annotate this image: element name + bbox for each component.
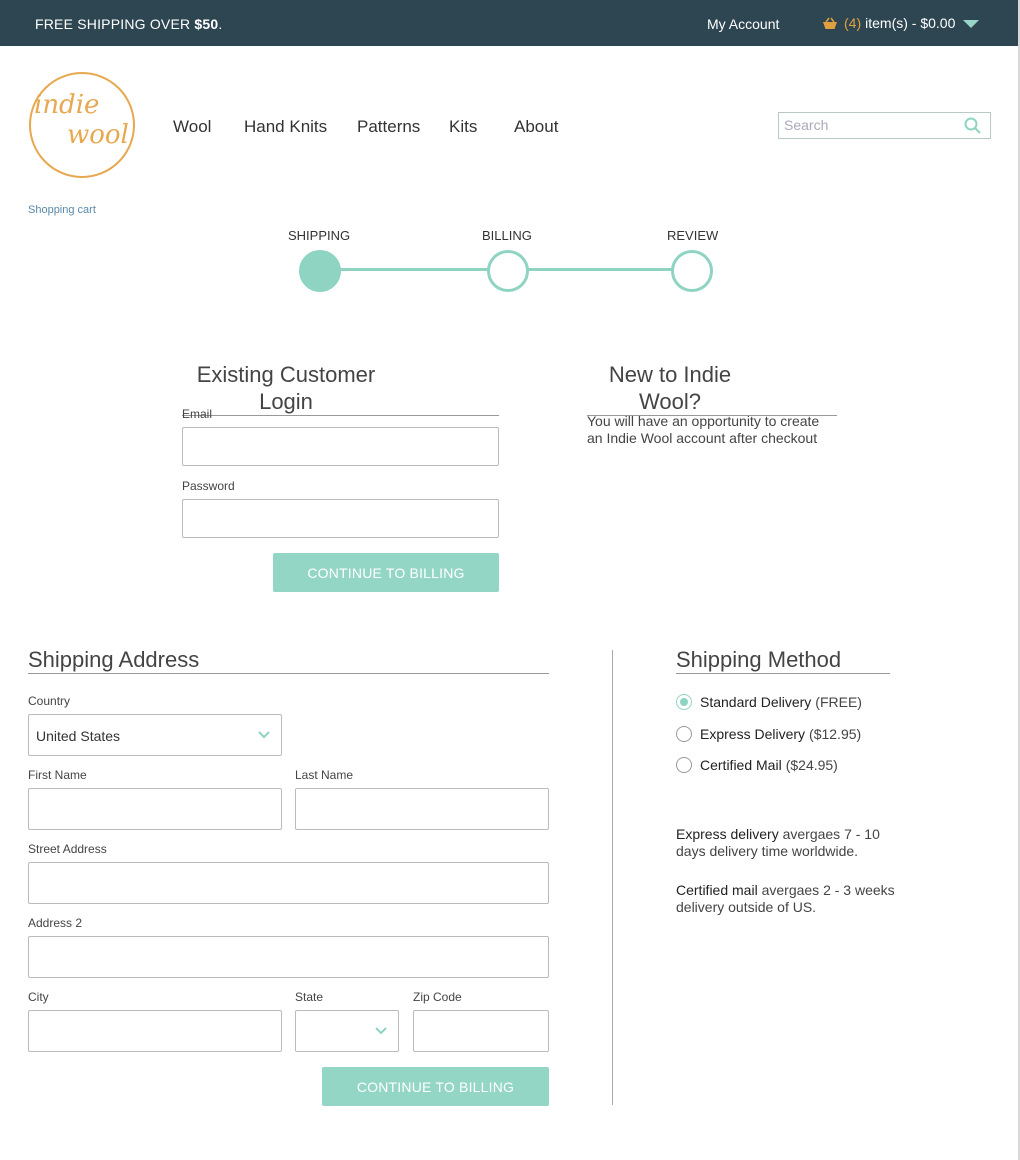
promo-prefix: FREE SHIPPING OVER <box>35 16 195 32</box>
zip-code-label: Zip Code <box>413 990 462 1004</box>
country-select[interactable]: United States <box>28 714 282 756</box>
shipping-option-standard[interactable]: Standard Delivery (FREE) <box>676 694 862 710</box>
state-label: State <box>295 990 324 1004</box>
step-dot-billing <box>487 250 529 292</box>
city-field[interactable] <box>29 1011 281 1051</box>
zip-code-field-wrap <box>413 1010 549 1052</box>
logo-text-line2: wool <box>67 120 129 150</box>
step-label-billing: BILLING <box>482 228 532 243</box>
login-title-text: Existing Customer Login <box>196 362 376 414</box>
street-address-label: Street Address <box>28 842 107 856</box>
option-price: ($24.95) <box>785 757 838 773</box>
last-name-field-wrap <box>295 788 549 830</box>
address2-field[interactable] <box>29 937 548 977</box>
step-dot-review <box>671 250 713 292</box>
option-name: Standard Delivery <box>700 694 812 710</box>
address2-field-wrap <box>28 936 549 978</box>
nav-item-hand-knits[interactable]: Hand Knits <box>244 117 327 137</box>
shipping-method-title: Shipping Method <box>676 646 890 674</box>
option-name: Certified Mail <box>700 757 782 773</box>
login-continue-to-billing-button[interactable]: CONTINUE TO BILLING <box>273 553 499 592</box>
new-customer-info: You will have an opportunity to create a… <box>587 413 820 446</box>
step-dot-shipping <box>299 250 341 292</box>
password-field[interactable] <box>183 500 498 537</box>
city-label: City <box>28 990 49 1004</box>
promo-suffix: . <box>218 16 223 32</box>
password-label: Password <box>182 479 235 493</box>
option-price: ($12.95) <box>809 726 862 742</box>
logo-text-line1: indie <box>34 90 100 120</box>
top-bar: FREE SHIPPING OVER $50. My Account (4) i… <box>0 0 1018 46</box>
chevron-down-icon <box>258 731 270 739</box>
state-select[interactable] <box>295 1010 399 1052</box>
new-customer-title-text: New to Indie Wool? <box>608 362 732 414</box>
step-label-shipping: SHIPPING <box>288 228 351 243</box>
shipping-address-title: Shipping Address <box>28 646 549 674</box>
shipping-option-express[interactable]: Express Delivery ($12.95) <box>676 726 861 742</box>
cart-summary[interactable]: (4) item(s) - $0.00 <box>822 15 980 31</box>
city-field-wrap <box>28 1010 282 1052</box>
address2-label: Address 2 <box>28 916 83 930</box>
zip-code-field[interactable] <box>414 1011 548 1051</box>
first-name-field-wrap <box>28 788 282 830</box>
free-shipping-banner: FREE SHIPPING OVER $50. <box>35 16 222 32</box>
login-section-title: Existing Customer Login <box>182 361 499 416</box>
country-label: Country <box>28 694 71 708</box>
search-icon[interactable] <box>964 117 982 135</box>
section-divider <box>612 650 613 1105</box>
email-field-wrap <box>182 427 499 466</box>
breadcrumb-shopping-cart[interactable]: Shopping cart <box>28 204 96 216</box>
cart-count: (4) <box>844 15 862 31</box>
certified-mail-note: Certified mail avergaes 2 - 3 weeks deli… <box>676 882 906 916</box>
nav-item-patterns[interactable]: Patterns <box>357 117 420 137</box>
cart-dropdown-caret-icon[interactable] <box>963 19 980 28</box>
email-field[interactable] <box>183 428 498 465</box>
first-name-field[interactable] <box>29 789 281 829</box>
option-price: (FREE) <box>815 694 862 710</box>
radio-certified-mail[interactable] <box>676 757 692 773</box>
password-field-wrap <box>182 499 499 538</box>
express-delivery-note: Express delivery avergaes 7 - 10 days de… <box>676 826 906 860</box>
last-name-label: Last Name <box>295 768 354 782</box>
chevron-down-icon <box>375 1027 387 1035</box>
nav-item-wool[interactable]: Wool <box>173 117 211 137</box>
search-box <box>778 112 991 139</box>
first-name-label: First Name <box>28 768 87 782</box>
radio-standard-delivery[interactable] <box>676 694 692 710</box>
cart-total: item(s) - $0.00 <box>865 15 956 31</box>
note-lead: Certified mail <box>676 882 758 898</box>
shipping-option-certified[interactable]: Certified Mail ($24.95) <box>676 757 838 773</box>
country-value: United States <box>36 728 121 744</box>
note-lead: Express delivery <box>676 826 779 842</box>
address-continue-to-billing-button[interactable]: CONTINUE TO BILLING <box>322 1067 549 1106</box>
my-account-link[interactable]: My Account <box>707 16 779 32</box>
radio-express-delivery[interactable] <box>676 726 692 742</box>
new-customer-title: New to Indie Wool? <box>587 361 837 416</box>
promo-amount: $50 <box>194 16 219 32</box>
option-name: Express Delivery <box>700 726 806 742</box>
step-connector <box>526 268 674 271</box>
street-address-field-wrap <box>28 862 549 904</box>
nav-item-about[interactable]: About <box>514 117 558 137</box>
step-connector <box>340 268 490 271</box>
indie-wool-logo[interactable]: indie wool <box>29 72 135 178</box>
search-input[interactable] <box>784 117 959 133</box>
nav-item-kits[interactable]: Kits <box>449 117 477 137</box>
email-label: Email <box>182 407 213 421</box>
last-name-field[interactable] <box>296 789 548 829</box>
step-label-review: REVIEW <box>667 228 719 243</box>
basket-icon <box>823 17 837 29</box>
street-address-field[interactable] <box>29 863 548 903</box>
